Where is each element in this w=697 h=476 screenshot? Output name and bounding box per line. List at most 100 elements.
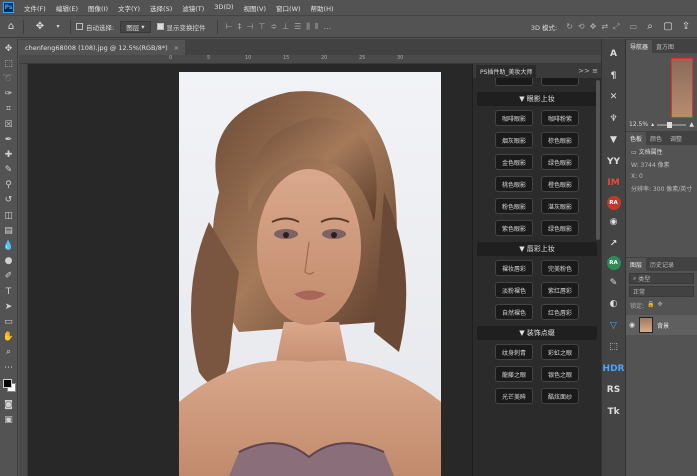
plugin-ra-icon[interactable]: RA (606, 195, 621, 210)
zoom-slider[interactable] (657, 121, 687, 128)
screen-mode-icon[interactable]: ▣ (2, 413, 16, 427)
lasso-tool-icon[interactable]: ➰ (2, 72, 16, 86)
scrollbar[interactable] (596, 80, 600, 240)
menu-item[interactable]: 帮助(H) (306, 3, 339, 13)
brush-icon[interactable]: ♆ (605, 110, 623, 128)
rs-icon[interactable]: RS (605, 381, 623, 399)
zoom-in-icon[interactable]: ▲ (689, 121, 694, 128)
canvas-area[interactable] (28, 64, 474, 476)
lock-icon[interactable]: 🔒 (647, 301, 654, 310)
quick-select-tool-icon[interactable]: ✑ (2, 87, 16, 101)
path-selection-tool-icon[interactable]: ➤ (2, 300, 16, 314)
plugin-button[interactable]: 彩虹之眼 (541, 344, 579, 360)
more-icon[interactable]: … (323, 22, 331, 31)
plugin-section-header[interactable]: ▼ 眼影上妆 (477, 92, 597, 106)
menu-item[interactable]: 编辑(E) (51, 3, 83, 13)
move-tool-icon[interactable]: ✥ (2, 42, 16, 56)
zoom-slider-knob[interactable] (667, 121, 673, 128)
paragraph-icon[interactable]: ¶ (605, 67, 623, 85)
plugin-button[interactable]: 红色唇彩 (541, 304, 579, 320)
brush-tool-icon[interactable]: ✎ (2, 163, 16, 177)
align-left-icon[interactable]: ⊢ (226, 22, 233, 31)
hdr-icon[interactable]: HDR (603, 360, 625, 378)
chevron-down-icon[interactable]: ▾ (51, 20, 65, 34)
tab-color[interactable]: 颜色 (646, 132, 666, 145)
auto-select-dropdown[interactable]: 图层 ▾ (120, 20, 151, 33)
align-bottom-icon[interactable]: ⊥ (282, 22, 289, 31)
menu-item[interactable]: 文字(Y) (113, 3, 145, 13)
3d-scale-icon[interactable]: ⤢ (613, 22, 619, 32)
panel-menu-icon[interactable]: >> ≡ (578, 67, 598, 75)
frame-tool-icon[interactable]: ☒ (2, 118, 16, 132)
gradient-icon[interactable]: ▼ (605, 131, 623, 149)
more-tools-icon[interactable]: ⋯ (2, 361, 16, 375)
plugin-button[interactable]: 自然裸色 (495, 304, 533, 320)
eye-icon[interactable]: ◉ (629, 321, 635, 329)
menu-item[interactable]: 3D(D) (209, 3, 238, 13)
distribute-icon[interactable]: ☰ (294, 22, 301, 31)
eraser-tool-icon[interactable]: ◫ (2, 209, 16, 223)
quick-mask-icon[interactable]: ◙ (2, 398, 16, 412)
move-lock-icon[interactable]: ✥ (658, 301, 663, 310)
arrow-icon[interactable]: ↗ (605, 235, 623, 253)
foreground-color[interactable] (2, 379, 12, 389)
menu-item[interactable]: 文件(F) (19, 3, 51, 13)
tab-history[interactable]: 历史记录 (646, 258, 678, 271)
menu-item[interactable]: 视图(V) (239, 3, 272, 13)
plugin-button[interactable]: 酷炫面纱 (541, 388, 579, 404)
plugin-button[interactable]: 湛灰眼影 (541, 198, 579, 214)
blend-mode-dropdown[interactable]: 正常 (629, 286, 694, 297)
zoom-value[interactable]: 12.5% (629, 121, 648, 128)
show-transform-checkbox[interactable]: 显示变换控件 (156, 22, 206, 32)
3d-slide-icon[interactable]: ⇄ (601, 22, 608, 31)
home-icon[interactable]: ⌂ (4, 20, 18, 34)
plugin-yy-icon[interactable]: YY (605, 153, 623, 171)
3d-rotate-icon[interactable]: ↻ (566, 22, 573, 31)
zoom-tool-icon[interactable]: ⌕ (2, 345, 16, 359)
menu-item[interactable]: 图像(I) (83, 3, 113, 13)
plugin-button[interactable]: 绿色眼影 (541, 154, 579, 170)
edit-icon[interactable]: ✎ (605, 274, 623, 292)
plugin-button[interactable]: 金色眼影 (495, 154, 533, 170)
plugin-button[interactable]: 烟灰眼影 (495, 132, 533, 148)
healing-brush-tool-icon[interactable]: ✚ (2, 148, 16, 162)
close-icon[interactable]: × (174, 44, 179, 52)
align-right-icon[interactable]: ⊣ (247, 22, 254, 31)
character-icon[interactable]: A (605, 45, 623, 63)
3d-pan-icon[interactable]: ✥ (590, 22, 597, 31)
color-icon[interactable]: ◐ (605, 295, 623, 313)
filter-icon[interactable]: ▽ (605, 317, 623, 335)
plugin-button[interactable]: 棕色眼影 (541, 132, 579, 148)
gradient-tool-icon[interactable]: ▤ (2, 224, 16, 238)
clone-stamp-tool-icon[interactable]: ⚲ (2, 178, 16, 192)
align-middle-icon[interactable]: ≑ (270, 22, 277, 31)
dodge-tool-icon[interactable]: ● (2, 254, 16, 268)
navigator-thumbnail[interactable] (671, 58, 693, 118)
camera-icon[interactable]: ◉ (605, 213, 623, 231)
plugin-button[interactable]: 裸妆唇彩 (495, 260, 533, 276)
zoom-out-icon[interactable]: ▴ (651, 121, 654, 128)
workspace-icon[interactable]: ▢ (661, 20, 675, 34)
tab-adjustments[interactable]: 调整 (666, 132, 686, 145)
checkbox-checked-icon[interactable] (156, 23, 164, 30)
move-tool-icon[interactable]: ✥ (33, 20, 47, 34)
document-tab[interactable]: chenfeng68008 (108).jpg @ 12.5%(RGB/8*) … (19, 40, 186, 55)
plugin-button[interactable]: 紫红唇彩 (541, 282, 579, 298)
marquee-tool-icon[interactable]: ⬚ (2, 57, 16, 71)
auto-select-checkbox[interactable]: 自动选择: (76, 22, 114, 32)
plugin-button[interactable] (495, 78, 533, 86)
pen-tool-icon[interactable]: ✐ (2, 269, 16, 283)
menu-item[interactable]: 选择(S) (145, 3, 177, 13)
tab-histogram[interactable]: 直方图 (652, 40, 678, 53)
color-swatches[interactable] (2, 378, 16, 394)
type-tool-icon[interactable]: T (2, 285, 16, 299)
menu-item[interactable]: 窗口(W) (271, 3, 306, 13)
search-icon[interactable]: ⌕ (643, 20, 657, 34)
plugin-button[interactable]: 光芒美眸 (495, 388, 533, 404)
tab-layers[interactable]: 图层 (626, 258, 647, 271)
plugin-button[interactable]: 纹身刺青 (495, 344, 533, 360)
plugin-tab[interactable]: PS插件助_美妆大师 (476, 64, 537, 78)
plugin-button[interactable]: 完美粉色 (541, 260, 579, 276)
distribute-h-icon[interactable]: ⫼ (306, 22, 310, 32)
plugin-button[interactable]: 绿色眼影 (541, 220, 579, 236)
